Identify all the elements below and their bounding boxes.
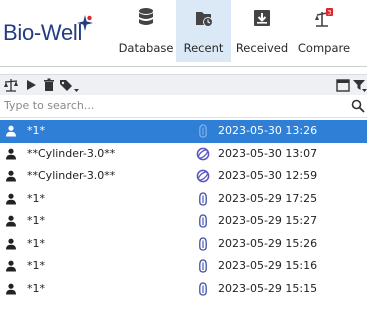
user-icon [6, 193, 16, 204]
user-icon [6, 260, 16, 272]
record-date: 2023-05-29 15:15 [218, 281, 318, 295]
search-icon[interactable] [351, 99, 365, 113]
record-name: **Cylinder-3.0** [27, 146, 116, 160]
search-input[interactable] [4, 97, 334, 113]
list-item[interactable]: **Cylinder-3.0** 2023-05-30 13:07 [0, 143, 367, 166]
search-bar [0, 95, 367, 118]
svg-text:3: 3 [327, 9, 331, 17]
record-name: *1* [27, 281, 45, 295]
logo-star-icon [77, 15, 93, 31]
record-date: 2023-05-29 15:26 [218, 236, 318, 250]
compare-scale-icon: 3 [315, 8, 333, 27]
record-name: **Cylinder-3.0** [27, 169, 116, 182]
orbit-icon [196, 147, 210, 160]
list-item[interactable]: *1* 2023-05-29 17:25 [0, 188, 367, 211]
user-icon [6, 170, 16, 182]
list-item[interactable]: *1* 2023-05-29 15:15 [0, 278, 367, 301]
finger-icon [199, 236, 207, 251]
list-item[interactable]: **Cylinder-3.0** 2023-05-30 12:59 [0, 165, 367, 188]
record-date: 2023-05-30 13:07 [218, 146, 318, 160]
trash-icon[interactable] [41, 77, 57, 93]
received-label: Received [235, 41, 289, 55]
recent-button[interactable]: Recent [176, 0, 231, 62]
received-button[interactable]: Received [231, 0, 293, 62]
compare-button[interactable]: 3 Compare [293, 0, 355, 62]
record-list: *1* 2023-05-30 13:26 **Cylinder-3.0** 20… [0, 120, 367, 300]
calendar-icon[interactable] [335, 77, 351, 93]
record-date: 2023-05-29 17:25 [218, 191, 318, 205]
compare-label: Compare [297, 41, 351, 55]
list-item[interactable]: *1* 2023-05-29 15:27 [0, 210, 367, 233]
user-icon [6, 125, 16, 137]
user-icon [6, 215, 16, 227]
app-logo: Bio-Well [3, 20, 83, 45]
record-date: 2023-05-29 15:27 [218, 214, 318, 227]
filter-dropdown-arrow-icon[interactable] [362, 88, 367, 93]
database-button[interactable]: Database [117, 0, 175, 62]
list-item[interactable]: *1* 2023-05-30 13:26 [0, 120, 367, 143]
finger-icon [199, 214, 207, 228]
play-icon[interactable] [23, 77, 39, 93]
record-date: 2023-05-30 13:26 [218, 124, 318, 137]
finger-icon [199, 281, 207, 296]
folder-clock-icon [195, 12, 213, 27]
record-date: 2023-05-30 12:59 [218, 169, 318, 182]
user-icon [6, 283, 16, 294]
tag-icon[interactable] [58, 77, 74, 93]
user-icon [6, 148, 16, 159]
database-icon [139, 8, 153, 25]
record-date: 2023-05-29 15:16 [218, 259, 318, 272]
record-name: *1* [27, 259, 45, 272]
list-toolbar [0, 74, 367, 96]
finger-icon [199, 191, 207, 206]
record-name: *1* [27, 214, 45, 227]
record-name: *1* [27, 124, 45, 137]
database-label: Database [118, 41, 174, 55]
record-name: *1* [27, 191, 45, 205]
recent-label: Recent [183, 41, 224, 55]
tag-dropdown-arrow-icon[interactable] [74, 88, 79, 93]
scale-icon[interactable] [3, 77, 19, 93]
finger-icon [199, 124, 207, 138]
list-item[interactable]: *1* 2023-05-29 15:26 [0, 233, 367, 256]
finger-icon [199, 259, 207, 273]
main-toolbar: Bio-Well Database Recent Received 3 Comp… [0, 0, 367, 67]
user-icon [6, 238, 16, 249]
orbit-icon [196, 169, 210, 183]
record-name: *1* [27, 236, 45, 250]
list-item[interactable]: *1* 2023-05-29 15:16 [0, 255, 367, 278]
inbox-download-icon [254, 10, 270, 26]
